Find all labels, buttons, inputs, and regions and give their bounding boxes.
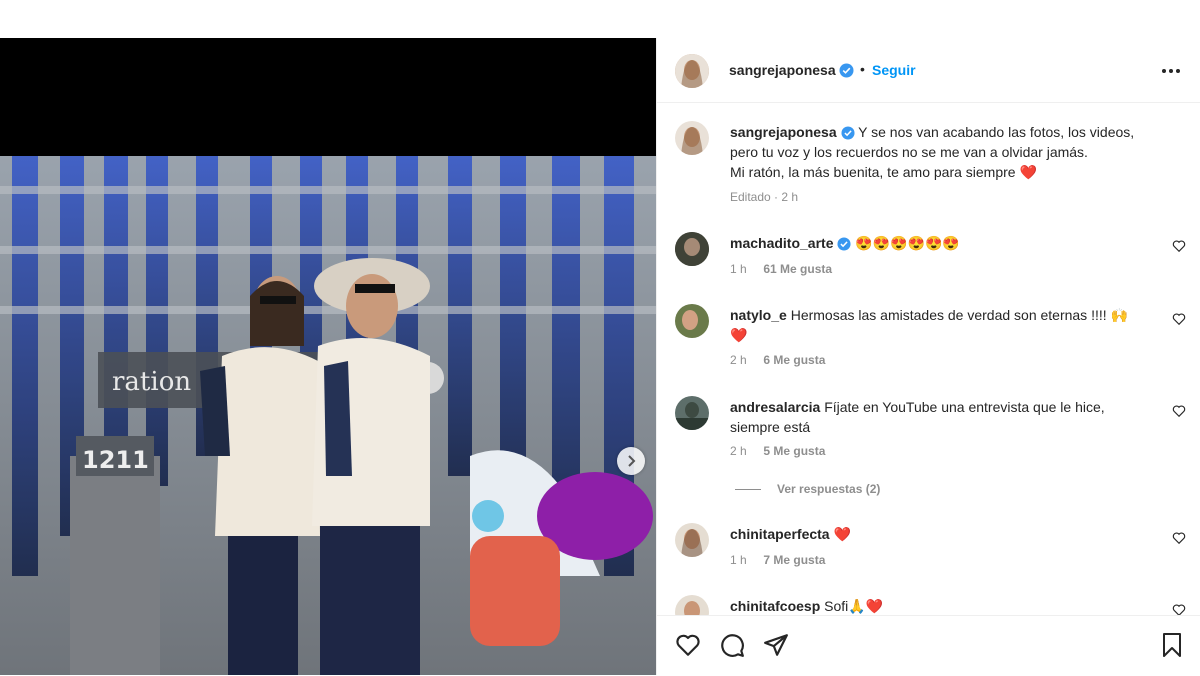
comment-text: Hermosas las amistades de verdad son ete… <box>790 307 1128 323</box>
pillar-number-text: 1211 <box>82 446 149 474</box>
heart-icon[interactable] <box>1172 531 1186 545</box>
comment-text: ❤️ <box>833 526 851 542</box>
replies-divider <box>735 489 761 491</box>
comment-text: 😍😍😍😍😍😍 <box>855 235 960 251</box>
author-avatar-image <box>675 54 709 88</box>
comment-avatar[interactable] <box>675 595 709 615</box>
comment-likes[interactable]: 7 Me gusta <box>763 553 825 567</box>
comment-meta: 2 h 5 Me gusta <box>730 444 825 458</box>
heart-icon[interactable] <box>1172 312 1186 326</box>
header-separator: • <box>860 61 865 77</box>
verified-badge-icon <box>839 63 854 78</box>
view-replies-label: Ver respuestas (2) <box>777 482 881 496</box>
comment-text-2: ❤️ <box>730 327 748 343</box>
comment-time[interactable]: 2 h <box>730 353 747 367</box>
comment-avatar[interactable] <box>675 232 709 266</box>
comment-text-2: siempre está <box>730 419 811 435</box>
photo-illustration: ration 1211 <box>0 156 656 675</box>
chevron-right-icon <box>628 455 636 467</box>
comment-avatar-image <box>675 523 709 557</box>
heart-icon[interactable] <box>1172 404 1186 418</box>
comment-username[interactable]: natylo_e <box>730 307 787 323</box>
heart-icon[interactable] <box>1172 239 1186 253</box>
verified-badge-icon <box>837 237 851 251</box>
comment-time[interactable]: 2 h <box>730 444 747 458</box>
caption-line-2: pero tu voz y los recuerdos no se me van… <box>730 144 1088 160</box>
post-media: ration 1211 <box>0 38 656 675</box>
heart-icon[interactable] <box>1172 603 1186 615</box>
comment-avatar-image <box>675 396 709 430</box>
post-actions-bar <box>657 615 1200 676</box>
comments-list[interactable]: sangrejaponesa Y se nos van acabando las… <box>657 103 1200 615</box>
comment-2: natylo_e Hermosas las amistades de verda… <box>730 305 1160 345</box>
comment-meta: 2 h 6 Me gusta <box>730 353 825 367</box>
follow-button[interactable]: Seguir <box>872 62 916 78</box>
comment-text: Sofi🙏❤️ <box>824 598 884 614</box>
comment-likes[interactable]: 6 Me gusta <box>763 353 825 367</box>
comment-likes[interactable]: 5 Me gusta <box>763 444 825 458</box>
comment-avatar-image <box>675 595 709 615</box>
heart-emoji: ❤️ <box>1019 164 1037 180</box>
comment-avatar[interactable] <box>675 304 709 338</box>
comment-time[interactable]: 1 h <box>730 553 747 567</box>
heart-icon[interactable] <box>675 632 701 658</box>
next-photo-button[interactable] <box>617 447 645 475</box>
more-horizontal-icon[interactable] <box>1160 60 1182 82</box>
caption-line-1: Y se nos van acabando las fotos, los vid… <box>858 124 1135 140</box>
comment-time[interactable]: 1 h <box>730 262 747 276</box>
comment-username[interactable]: chinitafcoesp <box>730 598 820 614</box>
author-username[interactable]: sangrejaponesa <box>729 62 836 78</box>
comment-meta: 1 h 7 Me gusta <box>730 553 825 567</box>
caption-username[interactable]: sangrejaponesa <box>730 124 837 140</box>
caption-meta: Editado · 2 h <box>730 190 799 204</box>
comment-avatar[interactable] <box>675 523 709 557</box>
bookmark-icon[interactable] <box>1160 632 1184 658</box>
post-sidebar: sangrejaponesa • Seguir sangrejaponesa Y… <box>656 38 1200 675</box>
verified-badge-icon <box>840 126 855 140</box>
post-header: sangrejaponesa • Seguir <box>657 38 1200 103</box>
post-photo: ration 1211 <box>0 156 656 675</box>
comment-avatar-image <box>675 232 709 266</box>
comment-icon[interactable] <box>719 632 745 658</box>
comment-meta: 1 h 61 Me gusta <box>730 262 832 276</box>
caption-line-3: Mi ratón, la más buenita, te amo para si… <box>730 164 1016 180</box>
top-bar <box>0 0 1200 38</box>
comment-username[interactable]: andresalarcia <box>730 399 820 415</box>
comment-avatar-image <box>675 304 709 338</box>
author-avatar[interactable] <box>675 54 709 88</box>
comment-username[interactable]: chinitaperfecta <box>730 526 830 542</box>
paper-plane-icon[interactable] <box>763 632 789 658</box>
caption-avatar[interactable] <box>675 121 709 155</box>
comment-1: machadito_arte 😍😍😍😍😍😍 <box>730 233 960 253</box>
comment-3: andresalarcia Fíjate en YouTube una entr… <box>730 397 1160 437</box>
building-sign-text: ration <box>112 367 191 397</box>
comment-4: chinitaperfecta ❤️ <box>730 524 851 544</box>
comment-5: chinitafcoesp Sofi🙏❤️ <box>730 596 883 615</box>
comment-avatar[interactable] <box>675 396 709 430</box>
caption-avatar-image <box>675 121 709 155</box>
comment-username[interactable]: machadito_arte <box>730 235 833 251</box>
comment-likes[interactable]: 61 Me gusta <box>763 262 832 276</box>
comment-text: Fíjate en YouTube una entrevista que le … <box>824 399 1105 415</box>
view-replies-button[interactable]: Ver respuestas (2) <box>735 482 880 496</box>
caption: sangrejaponesa Y se nos van acabando las… <box>730 122 1180 182</box>
